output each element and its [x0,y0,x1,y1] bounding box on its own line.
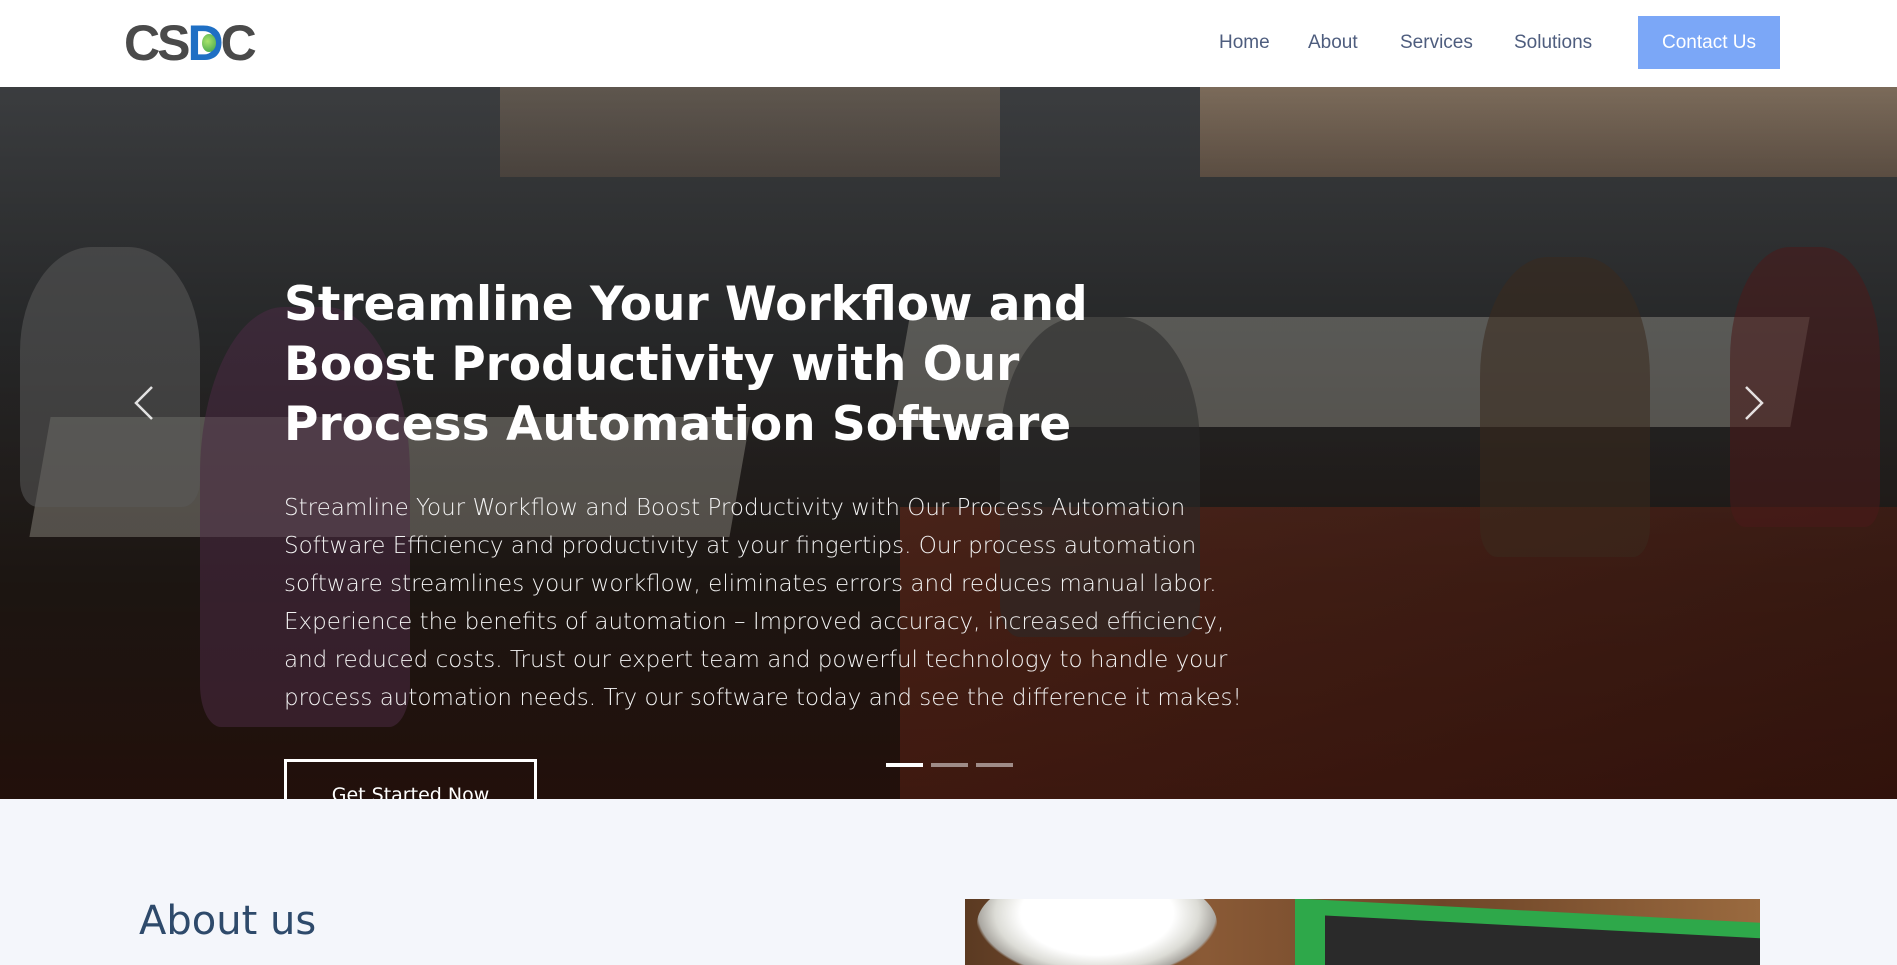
nav-services[interactable]: Services [1400,32,1473,54]
carousel-next-button[interactable] [1738,375,1772,431]
carousel-indicator-3[interactable] [976,763,1013,767]
nav-solutions[interactable]: Solutions [1514,32,1592,54]
chevron-left-icon [134,386,153,420]
chevron-right-icon [1745,386,1764,420]
nav-home[interactable]: Home [1219,32,1270,54]
get-started-button[interactable]: Get Started Now [284,759,537,799]
hero-title: Streamline Your Workflow and Boost Produ… [284,277,1088,452]
background-person [20,247,200,507]
site-header: CSDC Home About Services Solutions Conta… [0,0,1897,87]
background-person [1480,257,1650,557]
logo-text: CSDC [124,15,257,71]
hero-carousel: Streamline Your Workflow and Boost Produ… [0,87,1897,799]
coffee-cup-illustration [977,899,1217,965]
hero-description: Streamline Your Workflow and Boost Produ… [284,495,1242,711]
background-window [500,87,1000,177]
logo-leaf-icon [202,34,216,52]
contact-us-button[interactable]: Contact Us [1638,16,1780,69]
background-window [1200,87,1897,177]
about-image [965,899,1760,965]
carousel-indicators [886,763,1013,767]
logo[interactable]: CSDC [124,15,257,71]
carousel-prev-button[interactable] [126,375,160,431]
carousel-indicator-2[interactable] [931,763,968,767]
carousel-indicator-1[interactable] [886,763,923,767]
nav-about[interactable]: About [1308,32,1358,54]
about-heading: About us [139,898,317,944]
